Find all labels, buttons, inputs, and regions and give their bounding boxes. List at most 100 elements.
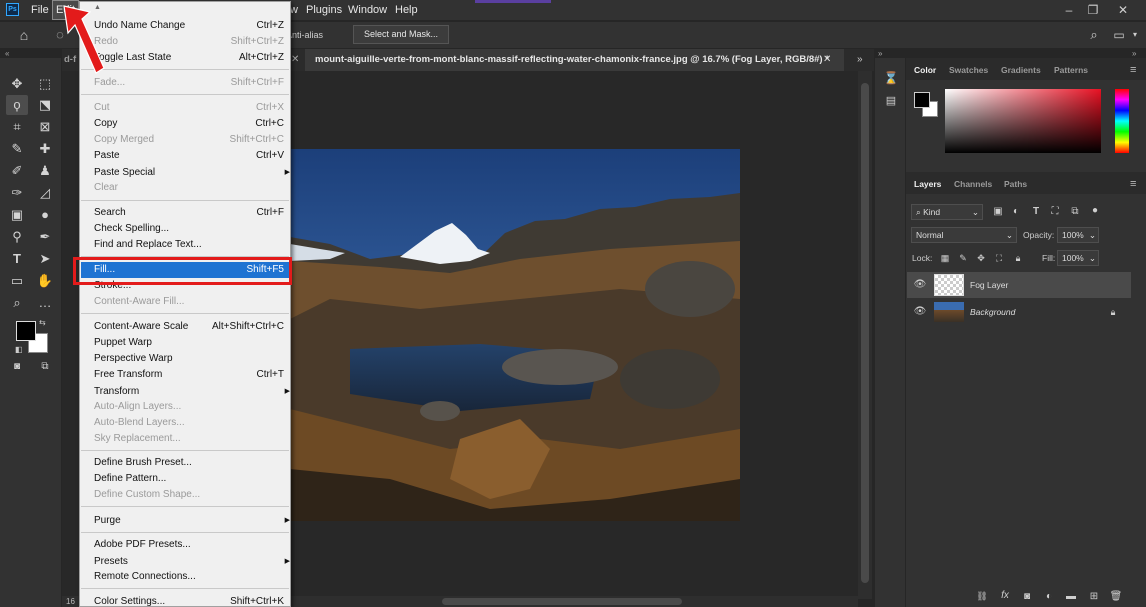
anti-alias-checkbox[interactable]: Anti-alias bbox=[286, 26, 323, 44]
vertical-scroll-thumb[interactable] bbox=[861, 83, 869, 583]
delete-layer-icon[interactable]: 🗑︎ bbox=[1109, 591, 1123, 602]
menu-item-content-aware-scale[interactable]: Content-Aware Scale Alt+Shift+Ctrl+C bbox=[94, 319, 286, 335]
menu-item-copy[interactable]: Copy Ctrl+C bbox=[94, 116, 286, 132]
brush-tool-icon[interactable]: ✐ bbox=[6, 161, 28, 181]
color-panel-menu-icon[interactable]: ≡ bbox=[1130, 59, 1136, 81]
color-field[interactable] bbox=[945, 89, 1101, 153]
menu-item-define-pattern[interactable]: Define Pattern... bbox=[94, 471, 286, 487]
fill-input[interactable]: 100% ⌄ bbox=[1057, 250, 1099, 266]
panel-fg-swatch[interactable] bbox=[914, 92, 930, 108]
visibility-eye-icon[interactable]: 👁︎ bbox=[913, 272, 927, 298]
layer-name-background[interactable]: Background bbox=[970, 299, 1015, 325]
mountain-photo[interactable] bbox=[290, 149, 740, 521]
type-tool-icon[interactable]: T bbox=[6, 249, 28, 269]
workspace-icon[interactable]: ▭ bbox=[1111, 26, 1127, 44]
tab-layers[interactable]: Layers bbox=[914, 173, 941, 195]
tab-channels[interactable]: Channels bbox=[954, 173, 992, 195]
menu-item-fade[interactable]: Fade... Shift+Ctrl+F bbox=[94, 75, 286, 91]
menu-item-cut[interactable]: Cut Ctrl+X bbox=[94, 100, 286, 116]
close-inactive-tab-icon[interactable]: ✕ bbox=[291, 49, 299, 71]
hand-tool-icon[interactable]: ✋ bbox=[34, 271, 56, 291]
menu-item-purge[interactable]: Purge ▶ bbox=[94, 513, 290, 529]
menu-item-sky-replacement[interactable]: Sky Replacement... bbox=[94, 431, 286, 447]
menu-item-toggle-last-state[interactable]: Toggle Last State Alt+Ctrl+Z bbox=[94, 50, 286, 66]
visibility-eye-icon[interactable]: 👁︎ bbox=[913, 299, 927, 325]
menu-item-content-aware-fill[interactable]: Content-Aware Fill... bbox=[94, 294, 286, 310]
menu-item-clear[interactable]: Clear bbox=[94, 180, 286, 196]
menu-item-auto-blend[interactable]: Auto-Blend Layers... bbox=[94, 415, 286, 431]
crop-tool-icon[interactable]: ⌗ bbox=[6, 117, 28, 137]
search-icon[interactable]: ⌕ bbox=[1086, 26, 1102, 44]
layer-name-fog[interactable]: Fog Layer bbox=[970, 272, 1008, 298]
menu-item-find-replace[interactable]: Find and Replace Text... bbox=[94, 237, 286, 253]
menu-item-transform[interactable]: Transform ▶ bbox=[94, 384, 290, 400]
blend-mode-select[interactable]: Normal ⌄ bbox=[911, 227, 1017, 243]
eraser-tool-icon[interactable]: ◿ bbox=[34, 183, 56, 203]
menu-window[interactable]: Window bbox=[345, 0, 390, 20]
lock-artboard-icon[interactable]: ⛶ bbox=[993, 250, 1005, 266]
history-brush-tool-icon[interactable]: ✑ bbox=[6, 183, 28, 203]
more-tools-icon[interactable]: … bbox=[34, 293, 56, 313]
filter-smart-object-icon[interactable]: ⧉ bbox=[1069, 204, 1081, 220]
lock-image-icon[interactable]: ✎ bbox=[957, 250, 969, 266]
marquee-tool-icon[interactable]: ⬚ bbox=[34, 74, 56, 94]
close-active-tab-icon[interactable]: ✕ bbox=[823, 49, 831, 71]
menu-item-auto-align[interactable]: Auto-Align Layers... bbox=[94, 399, 286, 415]
menu-item-redo[interactable]: Redo Shift+Ctrl+Z bbox=[94, 34, 286, 50]
eyedropper-tool-icon[interactable]: ✎ bbox=[6, 139, 28, 159]
menu-item-free-transform[interactable]: Free Transform Ctrl+T bbox=[94, 367, 286, 383]
gradient-tool-icon[interactable]: ▣ bbox=[6, 205, 28, 225]
hue-slider[interactable] bbox=[1115, 89, 1129, 153]
dodge-tool-icon[interactable]: ⚲ bbox=[6, 227, 28, 247]
tab-patterns[interactable]: Patterns bbox=[1054, 59, 1088, 81]
menu-item-remote-connections[interactable]: Remote Connections... bbox=[94, 569, 286, 585]
filter-type-icon[interactable]: T bbox=[1030, 204, 1042, 220]
home-icon[interactable]: ⌂ bbox=[14, 26, 34, 44]
new-layer-icon[interactable]: ⊞ bbox=[1087, 591, 1101, 602]
lock-transparent-icon[interactable]: ▦ bbox=[939, 250, 951, 266]
layer-row-fog[interactable]: 👁︎ Fog Layer bbox=[907, 272, 1131, 298]
collapse-strip-icon[interactable]: » bbox=[878, 49, 882, 58]
object-select-tool-icon[interactable]: ⬔ bbox=[34, 95, 56, 115]
link-layers-icon[interactable]: ⛓ bbox=[975, 591, 989, 602]
tab-gradients[interactable]: Gradients bbox=[1001, 59, 1041, 81]
blur-tool-icon[interactable]: ● bbox=[34, 205, 56, 225]
menu-item-copy-merged[interactable]: Copy Merged Shift+Ctrl+C bbox=[94, 132, 286, 148]
menu-item-paste-special[interactable]: Paste Special ▶ bbox=[94, 165, 290, 181]
default-colors-icon[interactable]: ◧ bbox=[15, 345, 23, 354]
quick-mask-icon[interactable]: ◙ bbox=[6, 357, 28, 377]
menu-item-perspective-warp[interactable]: Perspective Warp bbox=[94, 351, 286, 367]
filter-adjustment-icon[interactable]: ◐ bbox=[1010, 204, 1022, 220]
tab-swatches[interactable]: Swatches bbox=[949, 59, 988, 81]
layer-filter-select[interactable]: ⌕ Kind ⌄ bbox=[911, 204, 983, 220]
menu-help[interactable]: Help bbox=[392, 0, 421, 20]
comments-panel-icon[interactable]: ▤ bbox=[883, 94, 899, 110]
tab-paths[interactable]: Paths bbox=[1004, 173, 1027, 195]
layer-style-icon[interactable]: fx bbox=[998, 590, 1012, 601]
menu-item-search[interactable]: Search Ctrl+F bbox=[94, 205, 286, 221]
collapse-panels-icon[interactable]: » bbox=[1132, 49, 1136, 58]
adjustment-layer-icon[interactable]: ◐ bbox=[1042, 591, 1056, 602]
document-tab-title[interactable]: mount-aiguille-verte-from-mont-blanc-mas… bbox=[315, 49, 829, 71]
menu-item-presets[interactable]: Presets ▶ bbox=[94, 554, 290, 570]
tab-color[interactable]: Color bbox=[914, 59, 936, 81]
filter-shape-icon[interactable]: ⛶ bbox=[1049, 204, 1061, 220]
menu-file[interactable]: File bbox=[28, 0, 52, 20]
healing-brush-tool-icon[interactable]: ✚ bbox=[34, 139, 56, 159]
opacity-input[interactable]: 100% ⌄ bbox=[1057, 227, 1099, 243]
menu-item-pdf-presets[interactable]: Adobe PDF Presets... bbox=[94, 537, 286, 553]
horizontal-scroll-thumb[interactable] bbox=[442, 598, 682, 605]
move-tool-icon[interactable]: ✥ bbox=[6, 74, 28, 94]
vertical-scrollbar[interactable] bbox=[858, 71, 872, 599]
menu-item-puppet-warp[interactable]: Puppet Warp bbox=[94, 335, 286, 351]
restore-icon[interactable]: ❐ bbox=[1081, 0, 1105, 20]
zoom-tool-icon[interactable]: ⌕ bbox=[6, 293, 28, 313]
lock-position-icon[interactable]: ✥ bbox=[975, 250, 987, 266]
menu-item-check-spelling[interactable]: Check Spelling... bbox=[94, 221, 286, 237]
menu-item-paste[interactable]: Paste Ctrl+V bbox=[94, 148, 286, 164]
layers-panel-menu-icon[interactable]: ≡ bbox=[1130, 173, 1136, 195]
path-select-tool-icon[interactable]: ➤ bbox=[34, 249, 56, 269]
close-icon[interactable]: ✕ bbox=[1111, 0, 1135, 20]
pen-tool-icon[interactable]: ✒ bbox=[34, 227, 56, 247]
workspace-chevron-icon[interactable]: ▾ bbox=[1129, 26, 1141, 44]
